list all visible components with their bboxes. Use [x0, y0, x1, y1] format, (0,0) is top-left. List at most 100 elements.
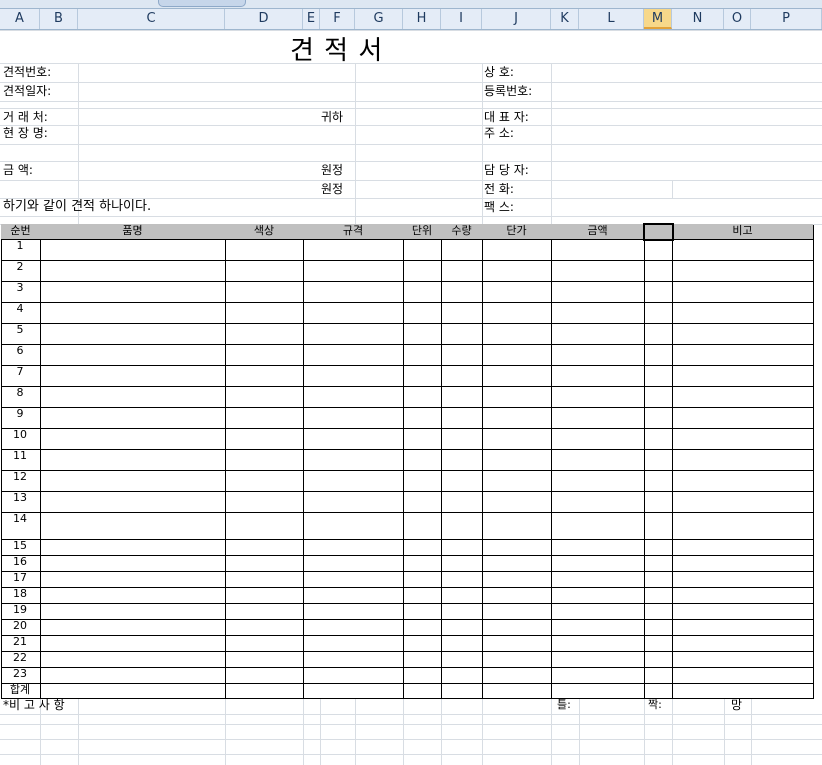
footer-label-2: 짝:: [648, 698, 662, 711]
table-border-h: [1, 365, 814, 366]
table-border-h: [1, 302, 814, 303]
table-border-h: [1, 260, 814, 261]
notes-label: *비 고 사 항: [3, 698, 65, 712]
label-estimate-no: 견적번호:: [3, 65, 52, 79]
footer-label-1: 틀:: [557, 698, 571, 711]
table-row-number: 2: [16, 260, 24, 273]
label-estimate-date: 견적일자:: [3, 84, 52, 98]
spreadsheet-window: ABCDEFGHIJKLMNOP 견 적 서 견적번호: 견적일자: 거 래 처…: [0, 0, 822, 765]
table-row-number: 7: [16, 365, 24, 378]
gridline-h: [0, 180, 822, 181]
label-phone: 전 화:: [484, 182, 514, 196]
column-header-e[interactable]: E: [303, 9, 320, 29]
table-header-cell: 단위: [411, 224, 433, 237]
table-row-number: 13: [13, 491, 27, 504]
table-row-number: 1: [16, 239, 24, 252]
table-border-h: [1, 635, 814, 636]
column-header-n[interactable]: N: [672, 9, 724, 29]
table-row-number: 10: [13, 428, 27, 441]
gridline-h: [0, 739, 822, 740]
label-reg-no: 등록번호:: [484, 84, 533, 98]
table-header-cell: 수량: [451, 224, 472, 237]
table-total-label: 합계: [9, 683, 31, 696]
column-header-j[interactable]: J: [482, 9, 551, 29]
table-border-v: [303, 224, 304, 699]
closing-text: 하기와 같이 견적 하나이다.: [3, 199, 152, 214]
column-header-o[interactable]: O: [724, 9, 751, 29]
table-border-h: [1, 603, 814, 604]
table-border-v: [403, 224, 404, 699]
table-row-number: 20: [13, 619, 27, 632]
table-border-h: [1, 512, 814, 513]
table-border-h: [1, 587, 814, 588]
table-row-number: 5: [16, 323, 24, 336]
table-border-h: [1, 407, 814, 408]
table-header-cell: 비고: [732, 224, 753, 237]
table-border-h: [1, 428, 814, 429]
column-header-i[interactable]: I: [441, 9, 482, 29]
column-header-g[interactable]: G: [355, 9, 403, 29]
table-row-number: 11: [13, 449, 27, 462]
column-header-bar: ABCDEFGHIJKLMNOP: [0, 9, 822, 30]
table-row-number: 21: [13, 635, 27, 648]
column-header-m[interactable]: M: [644, 9, 672, 29]
gridline-h: [0, 714, 822, 715]
table-border-v: [441, 224, 442, 699]
table-border-v: [482, 224, 483, 699]
table-border-h: [1, 619, 814, 620]
table-row-number: 9: [16, 407, 24, 420]
label-ceo: 대 표 자:: [484, 110, 529, 124]
column-header-l[interactable]: L: [579, 9, 644, 29]
label-site: 현 장 명:: [3, 126, 48, 140]
label-address: 주 소:: [484, 126, 514, 140]
table-border-h: [1, 698, 814, 699]
column-header-a[interactable]: A: [0, 9, 40, 29]
table-border-v: [813, 224, 814, 699]
table-border-h: [1, 555, 814, 556]
table-border-h: [1, 323, 814, 324]
table-border-v: [40, 224, 41, 699]
gridline-h: [0, 30, 822, 31]
label-amount: 금 액:: [3, 163, 33, 177]
table-row-number: 19: [13, 603, 27, 616]
table-header-cell: 색상: [253, 224, 275, 237]
column-header-c[interactable]: C: [78, 9, 225, 29]
table-header-cell: 금액: [587, 224, 608, 237]
column-header-h[interactable]: H: [403, 9, 441, 29]
table-border-h: [1, 539, 814, 540]
label-company: 상 호:: [484, 65, 514, 79]
table-header-cell: 단가: [506, 224, 527, 237]
table-row-number: 6: [16, 344, 24, 357]
table-row-number: 17: [13, 571, 27, 584]
column-header-p[interactable]: P: [751, 9, 822, 29]
gridline-h: [0, 724, 822, 725]
gridline-h: [0, 144, 822, 145]
gridline-v: [672, 180, 673, 198]
table-row-number: 4: [16, 302, 24, 315]
gridline-h: [0, 754, 822, 755]
label-manager: 담 당 자:: [484, 163, 529, 177]
table-header-cell: 품명: [122, 224, 143, 237]
table-border-h: [1, 491, 814, 492]
table-border-v: [551, 224, 552, 699]
table-header-cell: 순번: [10, 224, 31, 237]
gridline-h: [0, 161, 822, 162]
table-border-h: [1, 239, 814, 240]
table-row-number: 16: [13, 555, 27, 568]
gridline-h: [0, 125, 822, 126]
column-header-d[interactable]: D: [225, 9, 303, 29]
selected-cell[interactable]: [643, 223, 674, 241]
table-border-v: [672, 224, 673, 699]
footer-label-3: 망: [731, 698, 743, 712]
worksheet-grid[interactable]: 견 적 서 견적번호: 견적일자: 거 래 처: 현 장 명: 금 액: 하기와…: [0, 30, 822, 765]
column-header-k[interactable]: K: [551, 9, 579, 29]
table-row-number: 8: [16, 386, 24, 399]
gridline-h: [0, 101, 822, 102]
name-box[interactable]: [158, 0, 246, 7]
table-row-number: 15: [13, 539, 27, 552]
table-row-number: 22: [13, 651, 27, 664]
gridline-h: [0, 108, 822, 109]
column-header-f[interactable]: F: [320, 9, 355, 29]
table-border-h: [1, 470, 814, 471]
column-header-b[interactable]: B: [40, 9, 78, 29]
